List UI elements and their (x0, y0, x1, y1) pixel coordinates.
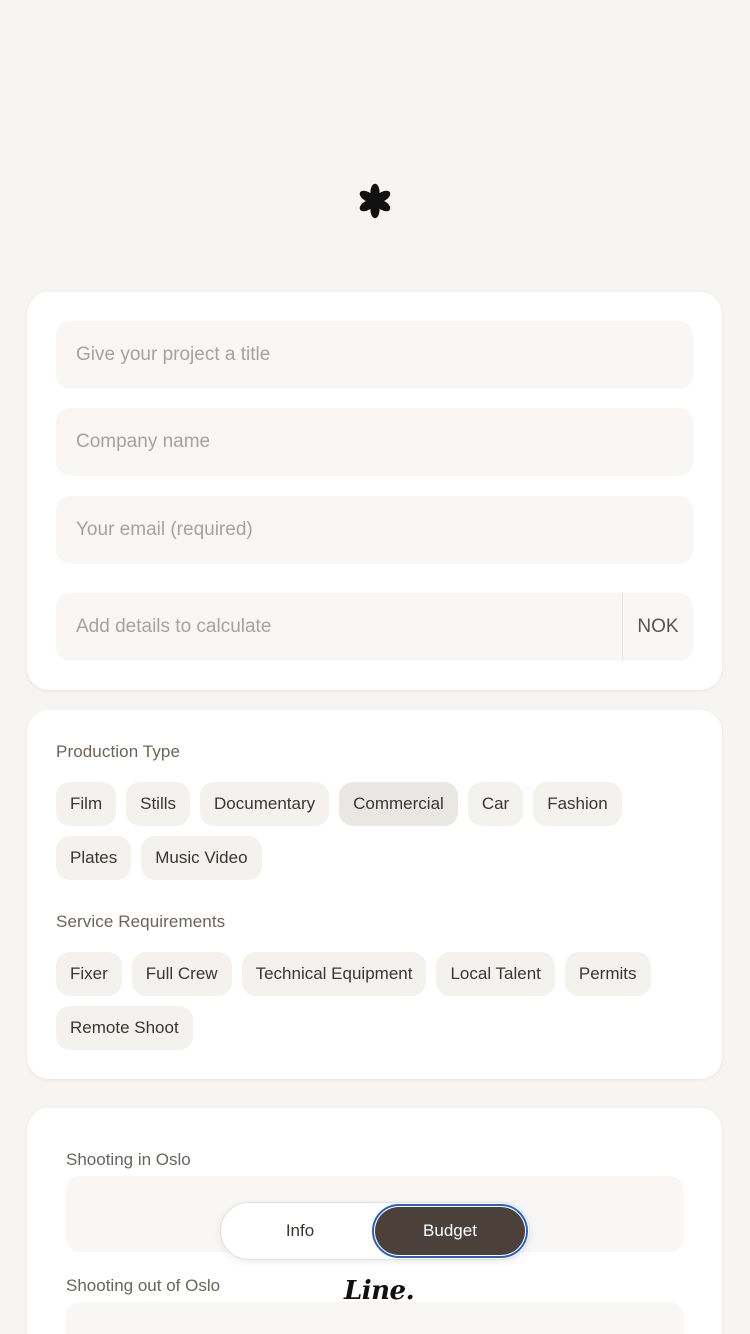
chip-film[interactable]: Film (56, 782, 117, 826)
chip-plates[interactable]: Plates (56, 836, 132, 880)
email-field[interactable] (56, 496, 693, 564)
chip-technical-equipment[interactable]: Technical Equipment (241, 952, 427, 996)
project-title-field[interactable] (56, 321, 693, 389)
requirements-card: Production Type Film Stills Documentary … (27, 710, 722, 1079)
shooting-out-of-oslo-label: Shooting out of Oslo (66, 1276, 221, 1295)
chip-car[interactable]: Car (467, 782, 524, 826)
chip-fixer[interactable]: Fixer (56, 952, 122, 996)
info-tab[interactable]: Info (225, 1207, 375, 1255)
project-title-input[interactable] (56, 321, 693, 389)
currency-label: NOK (622, 593, 693, 661)
project-details-card: NOK (27, 292, 722, 690)
brand-wordmark: Line. (344, 1276, 415, 1306)
chip-remote-shoot[interactable]: Remote Shoot (56, 1006, 193, 1050)
view-toggle: Info Budget (220, 1202, 530, 1260)
chip-permits[interactable]: Permits (564, 952, 651, 996)
production-type-chips: Film Stills Documentary Commercial Car F… (56, 782, 696, 880)
service-requirements-label: Service Requirements (56, 912, 226, 931)
chip-music-video[interactable]: Music Video (141, 836, 262, 880)
chip-fashion[interactable]: Fashion (533, 782, 622, 826)
company-name-field[interactable] (56, 408, 693, 476)
email-input[interactable] (56, 496, 693, 564)
chip-local-talent[interactable]: Local Talent (436, 952, 555, 996)
budget-input[interactable] (56, 593, 622, 661)
asterisk-flower-icon (359, 183, 391, 219)
budget-tab[interactable]: Budget (372, 1204, 528, 1258)
chip-documentary[interactable]: Documentary (200, 782, 330, 826)
chip-full-crew[interactable]: Full Crew (131, 952, 232, 996)
chip-stills[interactable]: Stills (126, 782, 191, 826)
service-requirements-chips: Fixer Full Crew Technical Equipment Loca… (56, 952, 696, 1050)
chip-commercial[interactable]: Commercial (339, 782, 458, 826)
company-name-input[interactable] (56, 408, 693, 476)
shooting-in-oslo-label: Shooting in Oslo (66, 1150, 191, 1169)
production-type-label: Production Type (56, 742, 181, 761)
shooting-out-of-oslo-box[interactable] (66, 1302, 684, 1334)
budget-field[interactable]: NOK (56, 593, 693, 661)
